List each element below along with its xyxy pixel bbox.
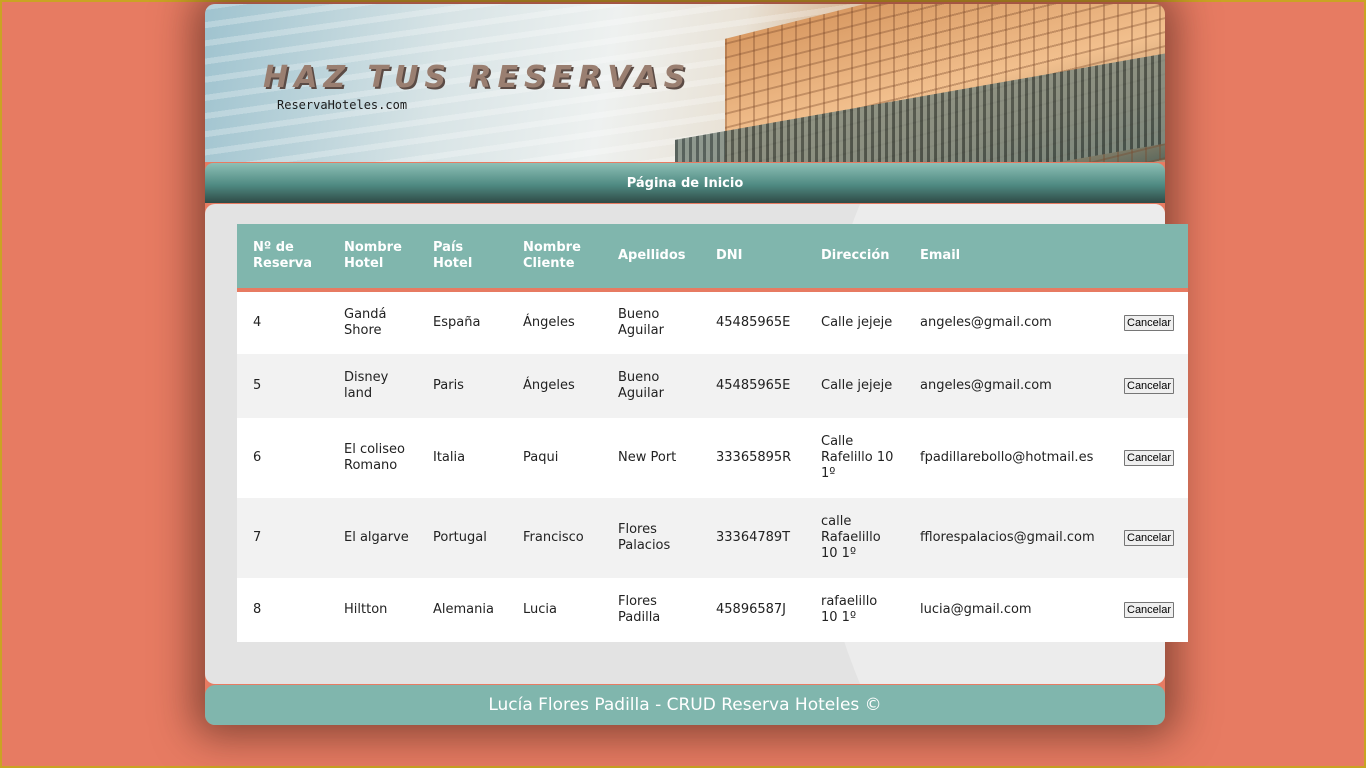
cell-surnames: Bueno Aguilar (618, 307, 664, 338)
cell-hotel: El coliseo Romano (344, 442, 406, 473)
header-reserva-number: Nº de Reserva (237, 224, 328, 292)
cancel-button[interactable]: Cancelar (1124, 378, 1175, 394)
cancel-button[interactable]: Cancelar (1124, 602, 1175, 618)
cell-hotel: Hiltton (344, 602, 388, 617)
cell-id: 4 (253, 315, 262, 330)
header-hotel-country: País Hotel (417, 224, 507, 292)
cancel-button[interactable]: Cancelar (1124, 530, 1175, 546)
cell-address: Calle jejeje (821, 315, 893, 330)
cell-client: Ángeles (523, 315, 575, 330)
table-row: 6 El coliseo Romano Italia Paqui New Por… (237, 418, 1188, 498)
cell-actions: Cancelar (1108, 578, 1188, 642)
cell-country: Paris (433, 378, 464, 393)
header-client-name: Nombre Cliente (507, 224, 602, 292)
cell-email: fpadillarebollo@hotmail.es (920, 450, 1094, 465)
header-actions (1108, 224, 1188, 292)
cell-email: lucia@gmail.com (920, 602, 1032, 617)
cell-email: angeles@gmail.com (920, 378, 1052, 393)
cell-dni: 33364789T (716, 530, 791, 545)
cell-surnames: Bueno Aguilar (618, 370, 664, 401)
table-header-row: Nº de Reserva Nombre Hotel País Hotel No… (237, 224, 1188, 292)
nav-home-link[interactable]: Página de Inicio (627, 176, 744, 191)
cell-surnames: Flores Padilla (618, 594, 661, 625)
footer: Lucía Flores Padilla - CRUD Reserva Hote… (205, 685, 1165, 725)
table-row: 8 Hiltton Alemania Lucia Flores Padilla … (237, 578, 1188, 642)
cell-address: Calle Rafelillo 10 1º (821, 434, 894, 481)
cell-client: Paqui (523, 450, 559, 465)
table-row: 7 El algarve Portugal Francisco Flores P… (237, 498, 1188, 578)
cell-client: Francisco (523, 530, 584, 545)
table-row: 4 Gandá Shore España Ángeles Bueno Aguil… (237, 290, 1188, 354)
header-hotel-name: Nombre Hotel (328, 224, 417, 292)
page-container: HAZ TUS RESERVAS ReservaHoteles.com Pági… (205, 4, 1188, 725)
banner-subtitle: ReservaHoteles.com (277, 98, 408, 112)
cell-email: fflorespalacios@gmail.com (920, 530, 1095, 545)
header-email: Email (904, 224, 1108, 292)
table-row: 5 Disney land Paris Ángeles Bueno Aguila… (237, 354, 1188, 418)
cell-address: rafaelillo 10 1º (821, 594, 878, 625)
cell-actions: Cancelar (1108, 354, 1188, 418)
cell-hotel: El algarve (344, 530, 409, 545)
cell-surnames: Flores Palacios (618, 522, 671, 553)
table-header: Nº de Reserva Nombre Hotel País Hotel No… (237, 224, 1188, 292)
header-address: Dirección (805, 224, 904, 292)
cell-hotel: Disney land (344, 370, 389, 401)
reservations-table: Nº de Reserva Nombre Hotel País Hotel No… (237, 224, 1188, 642)
cell-actions: Cancelar (1108, 498, 1188, 578)
cell-country: Alemania (433, 602, 494, 617)
cancel-button[interactable]: Cancelar (1124, 315, 1175, 331)
cell-dni: 33365895R (716, 450, 792, 465)
cell-country: Portugal (433, 530, 487, 545)
table-body: 4 Gandá Shore España Ángeles Bueno Aguil… (237, 290, 1188, 642)
cell-client: Ángeles (523, 378, 575, 393)
header-banner: HAZ TUS RESERVAS ReservaHoteles.com (205, 4, 1165, 162)
cell-dni: 45485965E (716, 378, 791, 393)
header-surnames: Apellidos (602, 224, 700, 292)
cell-id: 7 (253, 530, 262, 545)
main-content: Nº de Reserva Nombre Hotel País Hotel No… (205, 204, 1188, 684)
cell-dni: 45485965E (716, 315, 791, 330)
banner-title: HAZ TUS RESERVAS (263, 60, 692, 95)
cell-address: calle Rafaelillo 10 1º (821, 514, 881, 561)
footer-text: Lucía Flores Padilla - CRUD Reserva Hote… (488, 695, 882, 715)
cell-surnames: New Port (618, 450, 677, 465)
cell-client: Lucia (523, 602, 557, 617)
header-dni: DNI (700, 224, 805, 292)
cell-email: angeles@gmail.com (920, 315, 1052, 330)
navbar: Página de Inicio (205, 163, 1165, 203)
cell-dni: 45896587J (716, 602, 787, 617)
cell-id: 5 (253, 378, 262, 393)
cancel-button[interactable]: Cancelar (1124, 450, 1175, 466)
cell-address: Calle jejeje (821, 378, 893, 393)
cell-actions: Cancelar (1108, 290, 1188, 354)
cell-id: 6 (253, 450, 262, 465)
cell-country: Italia (433, 450, 466, 465)
cell-country: España (433, 315, 481, 330)
cell-id: 8 (253, 602, 262, 617)
cell-actions: Cancelar (1108, 418, 1188, 498)
cell-hotel: Gandá Shore (344, 307, 387, 338)
